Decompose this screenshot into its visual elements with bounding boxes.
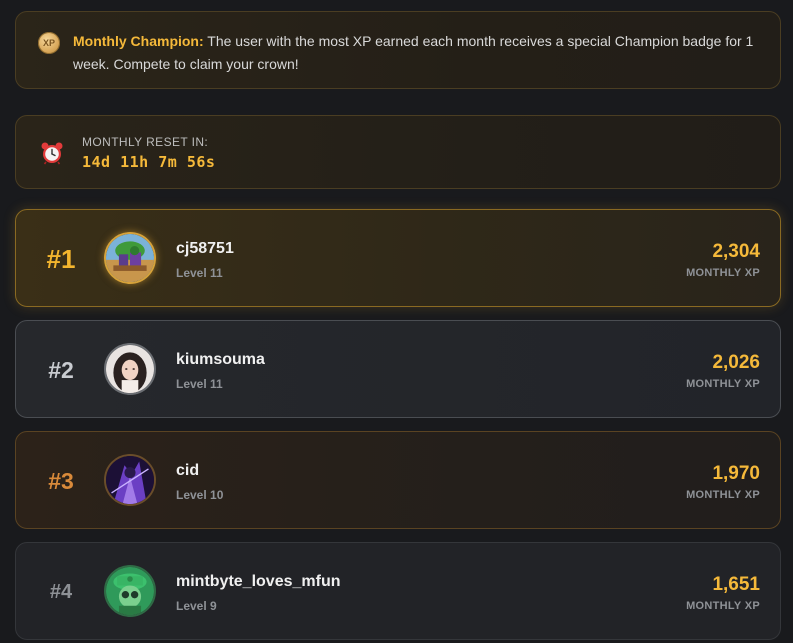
leaderboard-row[interactable]: #4 mintbyte_loves_mfun Level 9 1,651 MON… [15, 542, 781, 640]
reset-countdown: 14d 11h 7m 56s [82, 153, 216, 171]
rank-number: #1 [46, 244, 76, 274]
monthly-xp-label: MONTHLY XP [686, 267, 760, 279]
monthly-reset-panel: MONTHLY RESET IN: 14d 11h 7m 56s [15, 115, 781, 189]
xp-coin-icon: XP [38, 32, 60, 54]
rank-number: #3 [48, 468, 74, 494]
user-level: Level 11 [176, 266, 223, 280]
reset-label: MONTHLY RESET IN: [82, 135, 209, 149]
leaderboard-row[interactable]: #2 kiumsouma Level 11 2,026 MONTHLY XP [15, 320, 781, 418]
monthly-xp-label: MONTHLY XP [686, 600, 760, 612]
username[interactable]: mintbyte_loves_mfun [176, 573, 340, 591]
leaderboard-row[interactable]: #3 cid Level 10 1,970 MONTHLY XP [15, 431, 781, 529]
monthly-xp-value: 2,026 [712, 352, 760, 373]
rank-number: #2 [48, 357, 74, 383]
user-level: Level 11 [176, 377, 223, 391]
user-level: Level 10 [176, 488, 224, 502]
leaderboard-row[interactable]: #1 cj58751 Level 11 2,304 MONTHLY XP [15, 209, 781, 307]
alarm-clock-icon [40, 141, 64, 165]
champion-title: Monthly Champion: [73, 33, 204, 49]
monthly-xp-label: MONTHLY XP [686, 489, 760, 501]
username[interactable]: cid [176, 462, 199, 480]
username[interactable]: cj58751 [176, 240, 234, 258]
monthly-xp-value: 1,970 [712, 463, 760, 484]
avatar[interactable] [104, 565, 156, 617]
avatar[interactable] [104, 343, 156, 395]
avatar[interactable] [104, 454, 156, 506]
champion-description: Monthly Champion: The user with the most… [73, 30, 760, 76]
user-level: Level 9 [176, 599, 217, 613]
avatar[interactable] [104, 232, 156, 284]
rank-number: #4 [49, 581, 73, 603]
monthly-xp-label: MONTHLY XP [686, 378, 760, 390]
monthly-xp-value: 2,304 [712, 241, 760, 262]
champion-banner: XP Monthly Champion: The user with the m… [15, 11, 781, 89]
username[interactable]: kiumsouma [176, 351, 265, 369]
monthly-xp-value: 1,651 [712, 574, 760, 595]
